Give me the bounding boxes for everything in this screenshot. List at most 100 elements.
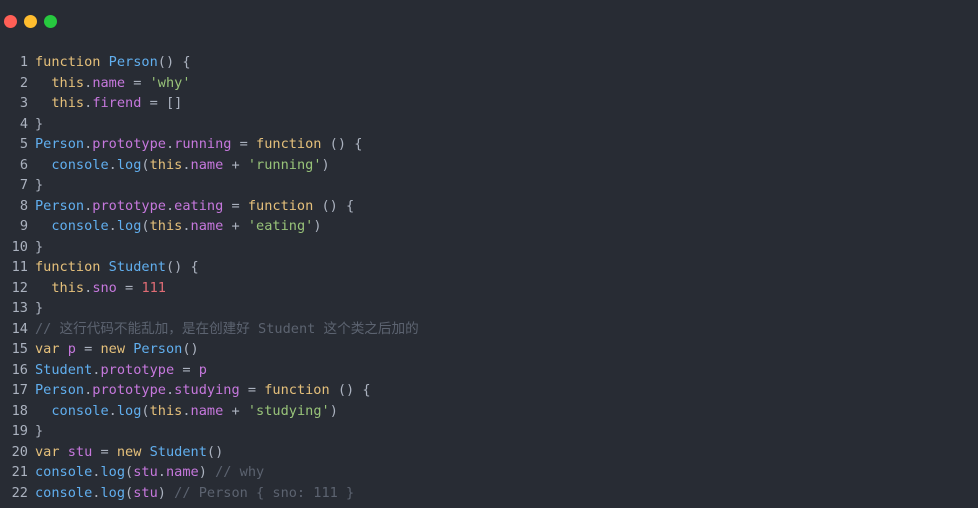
code-token: function	[247, 197, 314, 214]
code-token: prototype	[92, 136, 166, 152]
line-number: 18	[11, 402, 28, 419]
code-token: () {	[313, 197, 355, 214]
code-token: name	[190, 218, 224, 234]
code-token: Student	[149, 443, 207, 460]
line-number: 17	[11, 382, 28, 398]
code-text: var p = new Person()	[35, 339, 199, 360]
code-block[interactable]: 1 function Person() {2 this.name = 'why' 3…	[0, 52, 978, 503]
maximize-window-button[interactable]	[44, 15, 57, 28]
code-token: // 这行代码不能乱加，是在创建好 Student 这个类之后加的	[35, 320, 419, 337]
code-token: console	[35, 484, 93, 501]
code-token: }	[35, 423, 44, 439]
code-text: Person.prototype.running = function () {	[35, 134, 362, 155]
code-token: .	[157, 464, 166, 480]
code-text: Person.prototype.studying = function () …	[35, 380, 371, 401]
line-number: 3	[19, 95, 28, 111]
code-line: 2 this.name = 'why'	[0, 73, 978, 94]
code-token: ()	[182, 341, 199, 357]
code-token: name	[165, 464, 199, 480]
line-number: 13	[11, 300, 28, 316]
code-token: +	[223, 156, 248, 173]
code-text: this.sno = 111	[35, 278, 166, 299]
code-token: eating	[174, 197, 224, 214]
code-token: function	[35, 259, 101, 275]
code-token: this	[149, 156, 183, 173]
code-token: }	[35, 115, 44, 132]
close-window-button[interactable]	[4, 15, 17, 28]
code-token: =	[223, 197, 248, 214]
code-text: console.log(this.name + 'eating')	[35, 216, 321, 237]
code-token: new	[100, 341, 126, 357]
code-token: console	[51, 156, 109, 173]
code-token: p	[198, 361, 207, 378]
code-token: )	[198, 464, 216, 480]
window-titlebar	[0, 0, 978, 44]
code-token: .	[182, 402, 191, 419]
code-token: }	[35, 300, 44, 316]
code-token: Person	[35, 382, 85, 398]
code-text: console.log(this.name + 'studying')	[35, 401, 338, 422]
code-token: // why	[215, 464, 265, 480]
code-token: 'why'	[149, 74, 191, 91]
line-number: 11	[11, 259, 28, 275]
code-token: ()	[206, 443, 224, 460]
line-number: 7	[19, 177, 28, 193]
code-token: console	[51, 218, 109, 234]
code-text: function Person() {	[35, 52, 191, 73]
code-token: .	[165, 136, 175, 152]
code-token: +	[223, 218, 248, 234]
code-line: 17 Person.prototype.studying = function (…	[0, 380, 978, 401]
code-line: 13}	[0, 298, 978, 319]
code-token: =	[116, 279, 142, 296]
code-token: log	[116, 218, 142, 234]
code-token: (	[141, 218, 150, 234]
line-number: 10	[11, 238, 28, 255]
code-token: 'running'	[247, 156, 322, 173]
code-text: console.log(stu) // Person { sno: 111 }	[35, 483, 354, 504]
code-line: 9 console.log(this.name + 'eating')	[0, 216, 978, 237]
code-token: =	[75, 341, 101, 357]
code-token: (	[125, 484, 134, 501]
code-text: this.name = 'why'	[35, 73, 191, 94]
code-token: console	[35, 464, 93, 480]
code-token: =	[239, 382, 265, 398]
code-token: // Person { sno: 111 }	[174, 484, 355, 501]
code-token: function	[256, 136, 322, 152]
code-token: new	[116, 443, 142, 460]
code-line: 10}	[0, 237, 978, 258]
code-token: (	[141, 402, 150, 419]
code-token: () {	[329, 382, 371, 398]
line-number: 1	[19, 54, 28, 70]
line-number: 15	[11, 341, 28, 357]
code-token: () {	[165, 259, 199, 275]
code-text: Student.prototype = p	[35, 360, 207, 381]
code-token: name	[190, 402, 224, 419]
code-text: }	[35, 237, 43, 258]
code-token: log	[116, 156, 142, 173]
code-token: Person	[108, 54, 158, 70]
code-line: 15 var p = new Person()	[0, 339, 978, 360]
code-token: =	[174, 361, 199, 378]
code-token: prototype	[92, 197, 166, 214]
code-token: }	[35, 177, 44, 193]
code-token: log	[100, 484, 126, 501]
line-number: 20	[11, 443, 28, 460]
code-token: this	[51, 74, 85, 91]
code-line: 16 Student.prototype = p	[0, 360, 978, 381]
code-line: 22 console.log(stu) // Person { sno: 111 …	[0, 483, 978, 504]
line-number: 22	[11, 484, 28, 501]
code-token: )	[329, 402, 338, 419]
code-line: 11 function Student() {	[0, 257, 978, 278]
minimize-window-button[interactable]	[24, 15, 37, 28]
code-line: 3 this.firend = []	[0, 93, 978, 114]
code-token: .	[108, 156, 117, 173]
code-token: .	[182, 156, 191, 173]
code-text: // 这行代码不能乱加，是在创建好 Student 这个类之后加的	[35, 319, 419, 340]
code-token: Person	[35, 136, 85, 152]
